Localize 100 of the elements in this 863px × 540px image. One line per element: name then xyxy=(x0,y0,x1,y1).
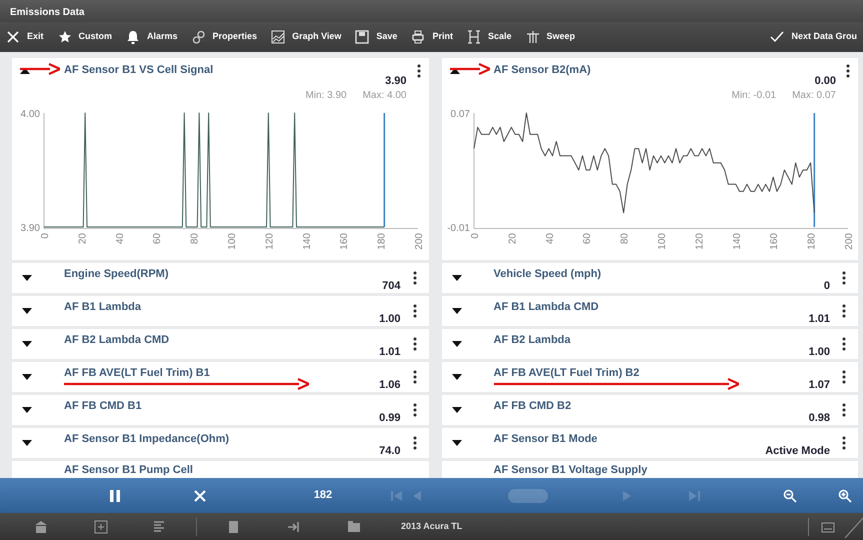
x-tick-label: 60 xyxy=(582,232,593,244)
more-options-icon[interactable] xyxy=(412,271,416,285)
more-options-icon[interactable] xyxy=(412,370,416,384)
toolbar-button[interactable]: Print xyxy=(411,30,453,44)
min-label: Min: -0.01 xyxy=(732,88,776,102)
x-tick-label: 60 xyxy=(152,232,164,244)
x-tick-label: 160 xyxy=(339,232,350,250)
parameter-name: AF B2 Lambda CMD xyxy=(64,333,170,348)
min-label: Min: 3.90 xyxy=(305,88,347,102)
toolbar-button[interactable]: Scale xyxy=(466,30,512,44)
parameter-value: Active Mode xyxy=(765,444,830,459)
caret-down-icon[interactable] xyxy=(452,341,462,347)
parameter-name: AF Sensor B1 Impedance(Ohm) xyxy=(64,432,230,447)
zoom-out-button[interactable] xyxy=(783,488,797,502)
toolbar-button[interactable]: Save xyxy=(355,30,398,44)
notepad-button[interactable] xyxy=(227,520,241,534)
parameter-row[interactable]: AF Sensor B1 Impedance(Ohm) 74.0 xyxy=(12,428,428,458)
pause-button[interactable] xyxy=(108,488,122,502)
device-button[interactable] xyxy=(821,520,835,534)
more-options-icon[interactable] xyxy=(412,304,416,318)
more-options-icon[interactable] xyxy=(412,337,416,351)
toolbar-button[interactable]: Properties xyxy=(192,30,258,44)
toolbar-button[interactable]: Sweep xyxy=(526,30,576,44)
zoom-in-button[interactable] xyxy=(838,488,852,502)
parameter-value: 74.0 xyxy=(379,444,400,459)
bell-icon xyxy=(126,30,140,44)
document-button[interactable] xyxy=(94,520,108,534)
building-button[interactable] xyxy=(34,520,48,534)
parameter-name: AF B1 Lambda CMD xyxy=(494,300,599,315)
parameter-row[interactable]: AF FB AVE(LT Fuel Trim) B1 1.06 xyxy=(12,362,428,392)
more-options-icon[interactable] xyxy=(412,403,416,417)
caret-down-icon[interactable] xyxy=(452,275,462,281)
parameter-value: 0.98 xyxy=(808,411,830,426)
caret-down-icon[interactable] xyxy=(452,374,462,380)
close-icon xyxy=(6,30,20,44)
parameter-row[interactable]: AF B1 Lambda CMD 1.01 xyxy=(442,296,858,326)
chart-title: AF Sensor B2(mA) xyxy=(494,63,591,78)
more-options-icon[interactable] xyxy=(842,436,846,450)
caret-down-icon[interactable] xyxy=(452,308,462,314)
parameter-row[interactable]: AF B2 Lambda CMD 1.01 xyxy=(12,329,428,359)
max-label: Max: 0.07 xyxy=(792,88,836,102)
parameter-row[interactable]: AF B1 Lambda 1.00 xyxy=(12,296,428,326)
arrow-in-button[interactable] xyxy=(287,520,301,534)
parameter-value: 1.00 xyxy=(808,345,830,360)
toolbar-button[interactable]: Exit xyxy=(6,30,44,44)
building-icon xyxy=(34,520,48,534)
parameter-name: AF Sensor B1 Pump Cell xyxy=(64,463,193,478)
parameter-value: 1.00 xyxy=(379,312,400,327)
parameter-value: 0.99 xyxy=(379,411,400,426)
parameter-name: AF Sensor B1 Mode xyxy=(494,432,598,447)
save-icon xyxy=(355,30,370,44)
caret-down-icon[interactable] xyxy=(452,440,462,446)
graph-icon xyxy=(271,30,286,44)
y-tick-label: -0.01 xyxy=(446,222,470,234)
caret-down-icon[interactable] xyxy=(22,374,32,380)
x-tick-label: 140 xyxy=(302,232,313,250)
more-options-icon[interactable] xyxy=(412,436,416,450)
parameter-row[interactable]: AF B2 Lambda 1.00 xyxy=(442,329,858,359)
toolbar-button[interactable]: Alarms xyxy=(126,30,178,44)
parameter-row[interactable]: AF Sensor B1 Mode Active Mode xyxy=(442,428,858,458)
more-options-icon[interactable] xyxy=(416,64,420,78)
caret-down-icon[interactable] xyxy=(22,407,32,413)
parameter-row[interactable]: AF Sensor B1 Voltage Supply xyxy=(442,461,858,478)
sweep-icon xyxy=(526,30,540,44)
parameter-value: 1.07 xyxy=(808,378,830,393)
zoom-in-icon xyxy=(838,488,852,502)
more-options-icon[interactable] xyxy=(842,271,846,285)
toolbar-button[interactable]: Next Data Grou xyxy=(770,30,857,44)
caret-down-icon[interactable] xyxy=(22,440,32,446)
folder-button[interactable] xyxy=(347,520,361,534)
caret-down-icon[interactable] xyxy=(22,341,32,347)
more-options-icon[interactable] xyxy=(846,64,850,78)
close-button[interactable] xyxy=(193,488,207,502)
more-options-icon[interactable] xyxy=(842,370,846,384)
parameter-row[interactable]: AF Sensor B1 Pump Cell xyxy=(12,461,428,478)
caret-down-icon[interactable] xyxy=(22,275,32,281)
parameter-row[interactable]: Vehicle Speed (mph) 0 xyxy=(442,263,858,293)
window-title: Emissions Data xyxy=(0,0,863,22)
gears-icon xyxy=(192,30,206,44)
x-tick-label: 160 xyxy=(768,232,780,250)
list-button[interactable] xyxy=(152,520,166,534)
parameter-name: AF B2 Lambda xyxy=(494,333,571,348)
more-options-icon[interactable] xyxy=(842,337,846,351)
pause-icon xyxy=(108,488,122,502)
parameter-row[interactable]: Engine Speed(RPM) 704 xyxy=(12,263,428,293)
parameter-row[interactable]: AF FB CMD B1 0.99 xyxy=(12,395,428,425)
parameter-value: 0 xyxy=(824,279,830,294)
more-options-icon[interactable] xyxy=(842,403,846,417)
parameter-row[interactable]: AF FB AVE(LT Fuel Trim) B2 1.07 xyxy=(442,362,858,392)
list-icon xyxy=(152,520,166,534)
caret-down-icon[interactable] xyxy=(22,308,32,314)
caret-up-icon[interactable] xyxy=(450,68,460,74)
more-options-icon[interactable] xyxy=(842,304,846,318)
toolbar-button[interactable]: Custom xyxy=(58,30,112,44)
caret-down-icon[interactable] xyxy=(452,407,462,413)
parameter-row[interactable]: AF FB CMD B2 0.98 xyxy=(442,395,858,425)
max-label: Max: 4.00 xyxy=(362,88,406,102)
toolbar-button[interactable]: Graph View xyxy=(271,30,342,44)
skip-forward-icon xyxy=(687,488,701,502)
caret-up-icon[interactable] xyxy=(20,68,30,74)
